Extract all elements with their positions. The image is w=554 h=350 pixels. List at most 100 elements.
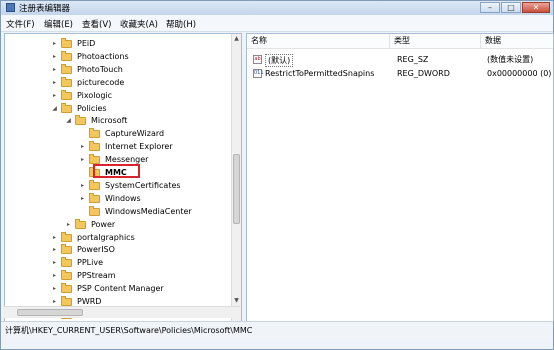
folder-icon xyxy=(75,218,86,229)
menu-favorites[interactable]: 收藏夹(A) xyxy=(120,18,158,30)
tree-item[interactable]: ▸ PPStream xyxy=(5,269,229,282)
folder-icon xyxy=(75,115,86,126)
tree-item-label: SystemCertificates xyxy=(105,180,181,190)
tree-item[interactable]: CaptureWizard xyxy=(5,127,229,140)
folder-icon xyxy=(89,128,100,139)
value-row[interactable]: ab (默认) REG_SZ (数值未设置) xyxy=(247,53,553,67)
tree-expander-icon[interactable]: ▸ xyxy=(51,76,58,89)
tree-expander-icon[interactable]: ▸ xyxy=(79,140,86,153)
value-data: 0x00000000 (0) xyxy=(487,69,552,78)
minimize-button[interactable]: – xyxy=(480,2,500,13)
tree-expander-icon[interactable]: ◢ xyxy=(65,114,72,127)
folder-icon xyxy=(61,231,72,242)
tree-expander-icon[interactable]: ◢ xyxy=(51,102,58,115)
window-title: 注册表编辑器 xyxy=(19,4,71,14)
tree-item[interactable]: ▸ Power xyxy=(5,218,229,231)
close-button[interactable]: ✕ xyxy=(522,2,550,13)
tree-expander-icon[interactable]: ▸ xyxy=(51,89,58,102)
tree-horizontal-scrollbar[interactable] xyxy=(4,306,240,318)
tree-item[interactable]: ▸ PPLive xyxy=(5,256,229,269)
tree-item[interactable]: ◢ Microsoft xyxy=(5,114,229,127)
folder-icon xyxy=(61,50,72,61)
tree-item[interactable]: ▸ picturecode xyxy=(5,76,229,89)
value-row[interactable]: 011 RestrictToPermittedSnapins REG_DWORD… xyxy=(247,67,553,80)
tree-expander-icon[interactable] xyxy=(79,127,86,140)
registry-editor-window: 注册表编辑器 – □ ✕ 文件(F) 编辑(E) 查看(V) 收藏夹(A) 帮助… xyxy=(0,0,554,350)
tree-expander-icon[interactable]: ▸ xyxy=(51,256,58,269)
tree-item[interactable]: ▸ portalgraphics xyxy=(5,231,229,244)
folder-icon xyxy=(61,296,72,306)
folder-icon xyxy=(61,63,72,74)
value-name: RestrictToPermittedSnapins xyxy=(265,69,375,78)
tree-item-label: Photoactions xyxy=(77,51,129,61)
value-type: REG_DWORD xyxy=(397,69,450,78)
values-list-pane[interactable]: 名称 类型 数据 ab (默认) REG_SZ (数值未设置) 011 Rest… xyxy=(246,33,554,322)
column-header-name[interactable]: 名称 xyxy=(247,34,390,48)
maximize-button[interactable]: □ xyxy=(501,2,521,13)
tree-expander-icon[interactable]: ▸ xyxy=(51,63,58,76)
folder-icon xyxy=(61,102,72,113)
folder-icon xyxy=(89,205,100,216)
folder-icon xyxy=(61,244,72,255)
column-header-type[interactable]: 类型 xyxy=(390,34,481,48)
tree-item-label: Microsoft xyxy=(91,116,128,126)
tree-item[interactable]: ▸ SystemCertificates xyxy=(5,179,229,192)
tree-item-label: Pixologic xyxy=(77,90,113,100)
tree-expander-icon[interactable] xyxy=(79,166,86,179)
folder-icon xyxy=(61,38,72,48)
tree-expander-icon[interactable]: ▸ xyxy=(65,218,72,231)
tree-item[interactable]: ▸ Internet Explorer xyxy=(5,140,229,153)
tree-vertical-scrollbar[interactable]: ▲ ▼ xyxy=(231,34,241,321)
tree-item[interactable]: WindowsMediaCenter xyxy=(5,205,229,218)
tree-item[interactable]: ◢ Policies xyxy=(5,102,229,115)
column-header-data[interactable]: 数据 xyxy=(481,34,553,48)
tree-expander-icon[interactable]: ▸ xyxy=(51,243,58,256)
menu-bar: 文件(F) 编辑(E) 查看(V) 收藏夹(A) 帮助(H) xyxy=(1,15,553,32)
tree-item[interactable]: ▸ PowerISO xyxy=(5,243,229,256)
tree-expander-icon[interactable]: ▸ xyxy=(79,153,86,166)
tree-item[interactable]: ▸ PSP Content Manager xyxy=(5,282,229,295)
tree-item-label: WindowsMediaCenter xyxy=(105,206,192,216)
tree-expander-icon[interactable]: ▸ xyxy=(51,269,58,282)
tree-item[interactable]: ▸ PhotoTouch xyxy=(5,63,229,76)
tree-item-label: PowerISO xyxy=(77,245,115,255)
tree-item[interactable]: ▸ Windows xyxy=(5,192,229,205)
scroll-down-arrow-icon[interactable]: ▼ xyxy=(232,297,241,306)
folder-icon xyxy=(89,179,100,190)
tree-item[interactable]: ▸ Pixologic xyxy=(5,89,229,102)
current-key-path: 计算机\HKEY_CURRENT_USER\Software\Policies\… xyxy=(5,326,253,335)
scroll-up-arrow-icon[interactable]: ▲ xyxy=(232,35,241,44)
tree-item-label: Policies xyxy=(77,103,107,113)
menu-view[interactable]: 查看(V) xyxy=(82,18,111,30)
tree-item-label: portalgraphics xyxy=(77,232,135,242)
menu-edit[interactable]: 编辑(E) xyxy=(44,18,73,30)
title-bar[interactable]: 注册表编辑器 – □ ✕ xyxy=(1,1,553,15)
tree-expander-icon[interactable]: ▸ xyxy=(51,231,58,244)
tree-item-label: Power xyxy=(91,219,116,229)
tree-hscroll-thumb[interactable] xyxy=(17,309,83,316)
highlight-box xyxy=(93,164,140,178)
tree-item[interactable]: ▸ Photoactions xyxy=(5,50,229,63)
tree-expander-icon[interactable] xyxy=(79,205,86,218)
menu-help[interactable]: 帮助(H) xyxy=(166,18,196,30)
key-tree-pane[interactable]: ▸ PEiD ▸ Photoactions ▸ PhotoTouch ▸ picturecod… xyxy=(4,33,242,322)
tree-item-label: PhotoTouch xyxy=(77,64,123,74)
tree-item-label: PEiD xyxy=(77,39,96,48)
string-value-icon: ab xyxy=(253,55,262,64)
tree-expander-icon[interactable]: ▸ xyxy=(79,192,86,205)
value-data: (数值未设置) xyxy=(487,55,534,64)
menu-file[interactable]: 文件(F) xyxy=(6,18,35,30)
tree-scroll-thumb[interactable] xyxy=(233,154,240,224)
tree-expander-icon[interactable]: ▸ xyxy=(51,282,58,295)
tree-item-label: PPLive xyxy=(77,258,103,268)
value-type: REG_SZ xyxy=(397,55,429,64)
folder-icon xyxy=(89,154,100,165)
tree-expander-icon[interactable]: ▸ xyxy=(79,179,86,192)
tree-item-label: Internet Explorer xyxy=(105,142,173,152)
status-bar: 计算机\HKEY_CURRENT_USER\Software\Policies\… xyxy=(1,321,553,338)
folder-icon xyxy=(89,141,100,152)
tree-expander-icon[interactable]: ▸ xyxy=(51,37,58,50)
tree-expander-icon[interactable]: ▸ xyxy=(51,50,58,63)
tree-item-label: PSP Content Manager xyxy=(77,284,164,294)
tree-item[interactable]: ▸ PEiD xyxy=(5,37,229,50)
